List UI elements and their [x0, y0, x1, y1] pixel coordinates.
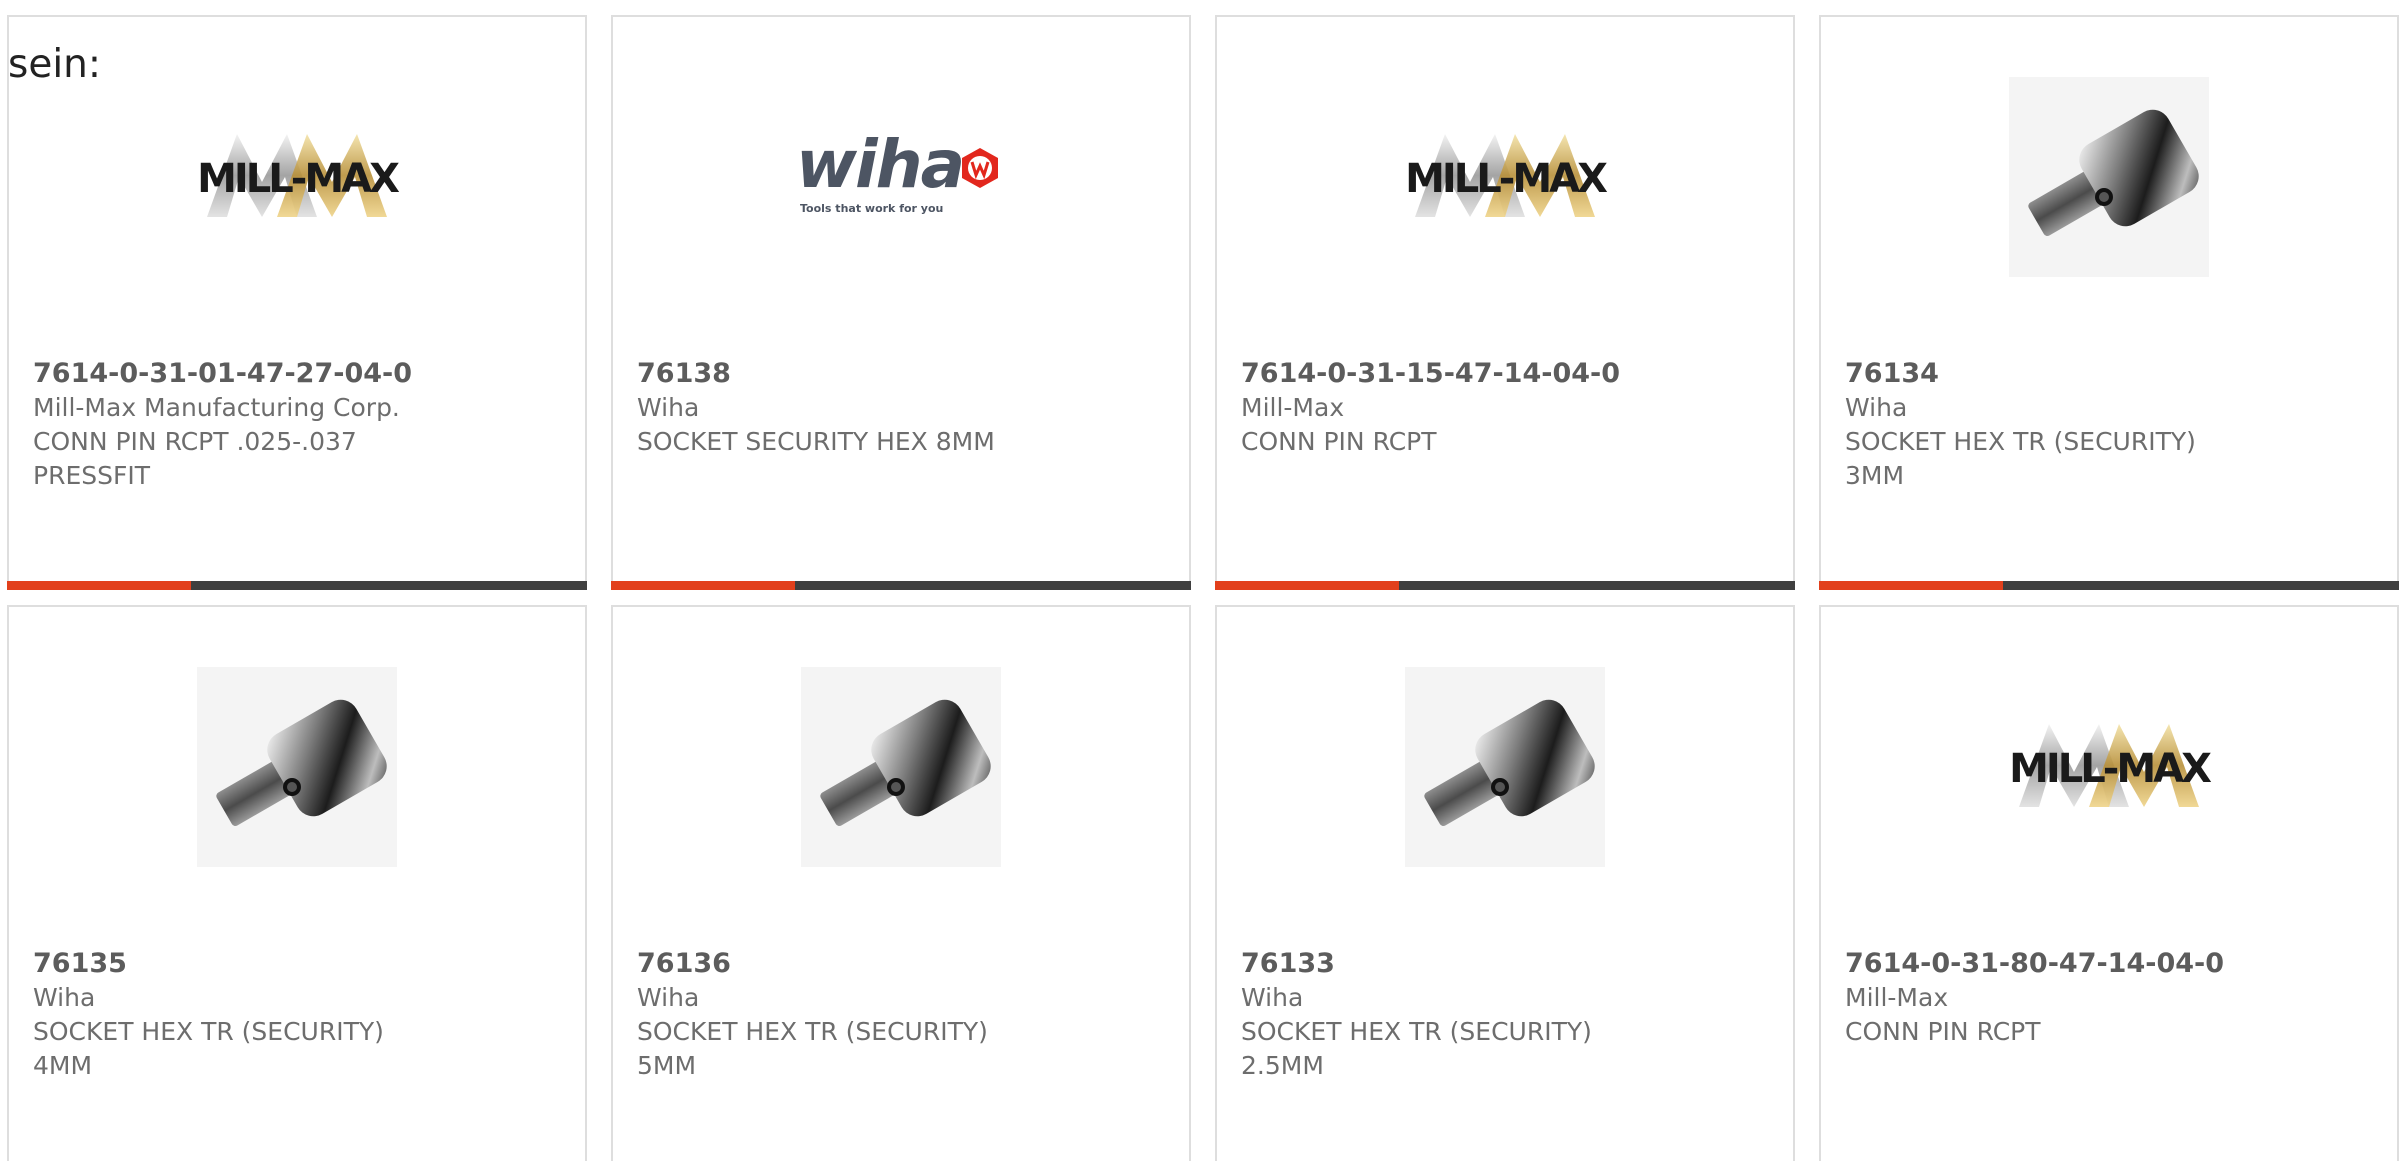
product-info: 76135 Wiha SOCKET HEX TR (SECURITY) 4MM [33, 947, 565, 1083]
mill-max-logo-text: MILL-MAX [197, 156, 400, 202]
description-line-2: 2.5MM [1241, 1051, 1324, 1080]
product-card[interactable]: 76135 Wiha SOCKET HEX TR (SECURITY) 4MM [7, 605, 587, 1161]
card-footer-bar [611, 581, 1191, 590]
part-number-link[interactable]: 7614-0-31-01-47-27-04-0 [33, 357, 565, 391]
manufacturer: Wiha [637, 393, 700, 422]
card-footer-bar [1215, 581, 1795, 590]
part-number-link[interactable]: 76135 [33, 947, 565, 981]
part-number-link[interactable]: 76134 [1845, 357, 2377, 391]
mill-max-logo: MILL-MAX [1405, 122, 1608, 232]
product-image[interactable] [613, 647, 1189, 887]
product-card[interactable]: 76133 Wiha SOCKET HEX TR (SECURITY) 2.5M… [1215, 605, 1795, 1161]
part-number-link[interactable]: 76136 [637, 947, 1169, 981]
part-number-link[interactable]: 76138 [637, 357, 1169, 391]
manufacturer: Wiha [637, 983, 700, 1012]
product-card[interactable]: MILL-MAX 7614-0-31-01-47-27-04-0 Mill-Ma… [7, 15, 587, 590]
description-line-2: PRESSFIT [33, 461, 151, 490]
description: SOCKET HEX TR (SECURITY) [637, 1017, 988, 1046]
manufacturer: Mill-Max [1241, 393, 1345, 422]
part-number-link[interactable]: 7614-0-31-80-47-14-04-0 [1845, 947, 2377, 981]
description: SOCKET HEX TR (SECURITY) [1241, 1017, 1592, 1046]
part-number-link[interactable]: 76133 [1241, 947, 1773, 981]
product-image[interactable] [9, 647, 585, 887]
description: SOCKET HEX TR (SECURITY) [33, 1017, 384, 1046]
product-info: 7614-0-31-80-47-14-04-0 Mill-Max CONN PI… [1845, 947, 2377, 1049]
wiha-logo: wiha Tools that work for you [796, 132, 1006, 222]
hex-socket-photo-icon [1405, 667, 1605, 867]
description: SOCKET HEX TR (SECURITY) [1845, 427, 2196, 456]
description-line-2: 5MM [637, 1051, 697, 1080]
mill-max-logo: MILL-MAX [2009, 712, 2212, 822]
card-accent [1819, 581, 2003, 590]
product-info: 76133 Wiha SOCKET HEX TR (SECURITY) 2.5M… [1241, 947, 1773, 1083]
card-accent [611, 581, 795, 590]
product-card[interactable]: MILL-MAX 7614-0-31-15-47-14-04-0 Mill-Ma… [1215, 15, 1795, 590]
card-footer-bar [1819, 581, 2399, 590]
hex-socket-photo-icon [2009, 77, 2209, 277]
card-footer-bar [7, 581, 587, 590]
hex-socket-photo-icon [197, 667, 397, 867]
product-grid-page: sein: MILL-MAX 7614-0-31-01-47-27-04-0 M… [0, 0, 2400, 1161]
product-image[interactable] [1217, 647, 1793, 887]
wiha-logo-text: wiha [796, 126, 965, 203]
product-info: 76136 Wiha SOCKET HEX TR (SECURITY) 5MM [637, 947, 1169, 1083]
hex-socket-photo-icon [801, 667, 1001, 867]
product-image[interactable]: MILL-MAX [1217, 57, 1793, 297]
mill-max-logo-text: MILL-MAX [2009, 746, 2212, 792]
manufacturer: Wiha [1241, 983, 1304, 1012]
wiha-badge-icon [962, 148, 998, 188]
product-image[interactable]: MILL-MAX [1821, 647, 2397, 887]
intro-text: sein: [8, 42, 102, 87]
product-card[interactable]: 76136 Wiha SOCKET HEX TR (SECURITY) 5MM [611, 605, 1191, 1161]
manufacturer: Wiha [1845, 393, 1908, 422]
manufacturer: Mill-Max Manufacturing Corp. [33, 393, 400, 422]
wiha-tagline: Tools that work for you [800, 202, 944, 215]
manufacturer: Wiha [33, 983, 96, 1012]
product-info: 7614-0-31-01-47-27-04-0 Mill-Max Manufac… [33, 357, 565, 493]
description-line-2: 4MM [33, 1051, 93, 1080]
card-accent [7, 581, 191, 590]
description: CONN PIN RCPT [1241, 427, 1437, 456]
product-info: 76134 Wiha SOCKET HEX TR (SECURITY) 3MM [1845, 357, 2377, 493]
product-card[interactable]: wiha Tools that work for you 76138 Wiha … [611, 15, 1191, 590]
product-info: 7614-0-31-15-47-14-04-0 Mill-Max CONN PI… [1241, 357, 1773, 459]
product-card[interactable]: MILL-MAX 7614-0-31-80-47-14-04-0 Mill-Ma… [1819, 605, 2399, 1161]
description: SOCKET SECURITY HEX 8MM [637, 427, 995, 456]
mill-max-logo: MILL-MAX [197, 122, 400, 232]
description-line-2: 3MM [1845, 461, 1905, 490]
product-image[interactable] [1821, 57, 2397, 297]
description: CONN PIN RCPT .025-.037 [33, 427, 357, 456]
description: CONN PIN RCPT [1845, 1017, 2041, 1046]
part-number-link[interactable]: 7614-0-31-15-47-14-04-0 [1241, 357, 1773, 391]
card-accent [1215, 581, 1399, 590]
product-image[interactable]: wiha Tools that work for you [613, 57, 1189, 297]
product-image[interactable]: MILL-MAX [9, 57, 585, 297]
manufacturer: Mill-Max [1845, 983, 1949, 1012]
mill-max-logo-text: MILL-MAX [1405, 156, 1608, 202]
product-card[interactable]: 76134 Wiha SOCKET HEX TR (SECURITY) 3MM [1819, 15, 2399, 590]
product-info: 76138 Wiha SOCKET SECURITY HEX 8MM [637, 357, 1169, 459]
